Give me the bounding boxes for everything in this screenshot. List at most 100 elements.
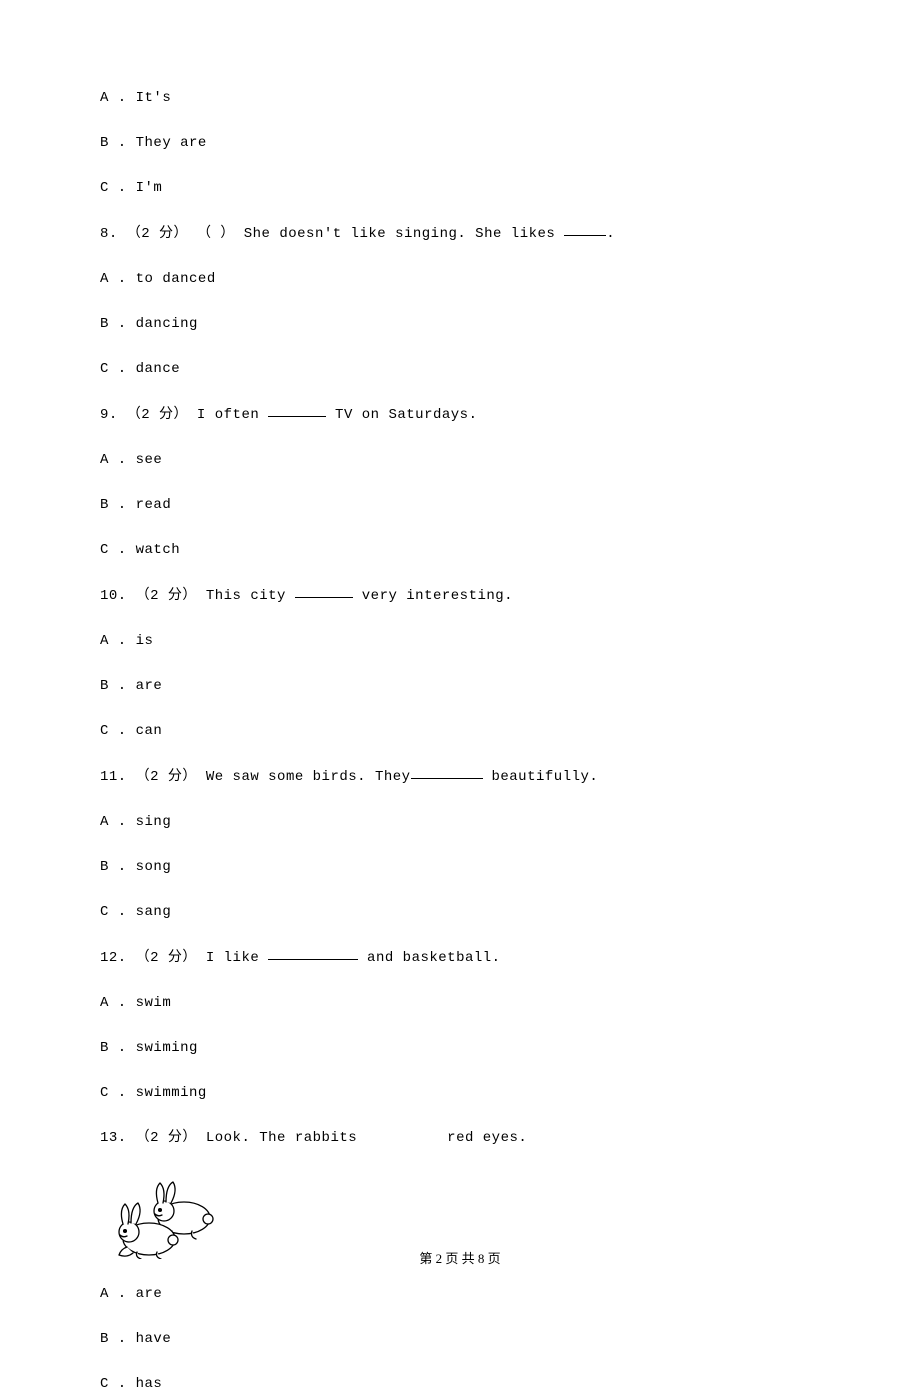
option-a: A . to danced [100,269,820,290]
prompt-after: beautifully. [483,769,599,785]
prompt-after: . [606,226,615,242]
points-label: （2 分） [136,588,197,604]
option-text: has [136,1376,163,1392]
option-text: watch [136,542,181,558]
option-letter: B [100,859,109,875]
option-c: C . has [100,1374,820,1395]
fill-blank[interactable] [295,584,353,598]
option-letter: B [100,1331,109,1347]
prompt-before: She doesn't like singing. She likes [235,226,564,242]
option-letter: A [100,814,109,830]
prompt-after: TV on Saturdays. [326,407,477,423]
question-num: 8. [100,226,118,242]
option-b: B . are [100,676,820,697]
option-text: sing [136,814,172,830]
question-num: 12. [100,950,127,966]
question-11: 11. （2 分） We saw some birds. They beauti… [100,766,820,788]
points-label: （2 分） [127,226,188,242]
paren: （ ） [197,226,235,242]
option-letter: C [100,904,109,920]
option-b: B . dancing [100,314,820,335]
option-letter: B [100,316,109,332]
option-text: can [136,723,163,739]
option-text: A [100,90,109,106]
question-12: 12. （2 分） I like and basketball. [100,947,820,969]
option-a: A . sing [100,812,820,833]
option-letter: A [100,271,109,287]
option-text: dance [136,361,181,377]
option-letter: A [100,633,109,649]
option-letter: B [100,678,109,694]
option-c: C . can [100,721,820,742]
option-text: have [136,1331,172,1347]
option-letter: A [100,1286,109,1302]
option-text: see [136,452,163,468]
fill-blank[interactable] [268,946,358,960]
option-text: swimming [136,1085,207,1101]
prompt-after: very interesting. [353,588,513,604]
option-text: I'm [136,180,163,196]
option-letter: C [100,1085,109,1101]
prompt-before: Look. The rabbits [197,1130,357,1146]
points-label: （2 分） [136,769,197,785]
option-text: swiming [136,1040,198,1056]
question-num: 9. [100,407,118,423]
option-c: C . watch [100,540,820,561]
prompt-before: This city [197,588,295,604]
prompt-before: I often [188,407,268,423]
option-text: They are [136,135,207,151]
option-a: A . see [100,450,820,471]
question-9: 9. （2 分） I often TV on Saturdays. [100,404,820,426]
option-text: are [136,678,163,694]
prompt-before: We saw some birds. They [197,769,411,785]
prompt-before: I like [197,950,268,966]
option-a: A . swim [100,993,820,1014]
option-letter: B [100,1040,109,1056]
points-label: （2 分） [136,950,197,966]
question-8: 8. （2 分） （ ） She doesn't like singing. S… [100,223,820,245]
option-text: dancing [136,316,198,332]
option-letter: A [100,995,109,1011]
option-c: C . dance [100,359,820,380]
option-letter: C [100,542,109,558]
option-letter: B [100,497,109,513]
page-footer: 第 2 页 共 8 页 [0,1249,920,1269]
option-a: A . It's [100,88,820,109]
fill-blank[interactable] [411,765,483,779]
option-text: song [136,859,172,875]
option-c: C . swimming [100,1083,820,1104]
option-text: to danced [136,271,216,287]
option-b: B . have [100,1329,820,1350]
option-letter: C [100,1376,109,1392]
option-letter: C [100,723,109,739]
option-text: sang [136,904,172,920]
question-num: 13. [100,1130,127,1146]
option-b: B . read [100,495,820,516]
points-label: （2 分） [127,407,188,423]
fill-blank[interactable] [268,403,326,417]
option-text: read [136,497,172,513]
points-label: （2 分） [136,1130,197,1146]
fill-blank[interactable] [564,222,606,236]
option-b: B . They are [100,133,820,154]
option-text: C [100,180,109,196]
option-text: swim [136,995,172,1011]
question-num: 10. [100,588,127,604]
option-b: B . swiming [100,1038,820,1059]
question-num: 11. [100,769,127,785]
option-c: C . sang [100,902,820,923]
option-text: is [136,633,154,649]
option-text: It's [136,90,172,106]
rabbits-icon [104,1173,224,1259]
prompt-after: red eyes. [447,1130,527,1146]
page-number: 第 2 页 共 8 页 [419,1251,500,1266]
option-text: B [100,135,109,151]
prompt-after: and basketball. [358,950,500,966]
option-letter: A [100,452,109,468]
option-a: A . is [100,631,820,652]
option-letter: C [100,361,109,377]
question-10: 10. （2 分） This city very interesting. [100,585,820,607]
option-b: B . song [100,857,820,878]
question-13: 13. （2 分） Look. The rabbits red eyes. [100,1128,820,1149]
option-text: are [136,1286,163,1302]
